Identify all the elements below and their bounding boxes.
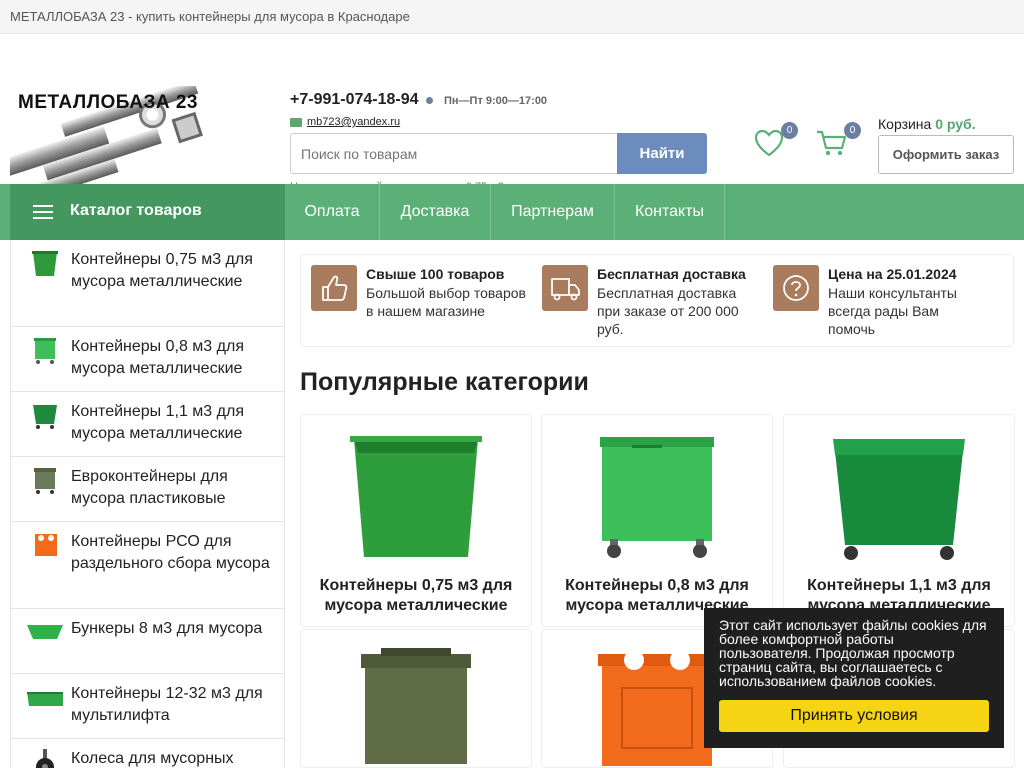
sidebar-item-label: Контейнеры 0,8 м3 для мусора металлическ… [71,338,244,377]
logo-text: МЕТАЛЛОБАЗА 23 [18,92,198,113]
main-navbar: Каталог товаров Оплата Доставка Партнера… [0,184,1024,240]
sidebar-item[interactable]: Контейнеры РСО для раздельного сбора мус… [11,522,284,609]
nav-item-payment[interactable]: Оплата [285,184,380,240]
logo[interactable]: МЕТАЛЛОБАЗА 23 [0,80,206,203]
search-input[interactable] [290,133,618,174]
cart-label: Корзина [878,116,932,132]
search-button[interactable]: Найти [617,133,707,174]
multilift-container-thumbnail [27,692,63,706]
sidebar-item-label: Контейнеры 12-32 м3 для мультилифта [71,685,263,724]
feature-title: Бесплатная доставка [597,266,746,282]
sidebar-item-label: Контейнеры РСО для раздельного сбора мус… [71,533,270,572]
catalog-sidebar: Контейнеры 0,75 м3 для мусора металличес… [10,240,285,768]
green-container-thumbnail [34,338,56,364]
category-card-title: Контейнеры 0,75 м3 для мусора металличес… [319,577,513,614]
header: МЕТАЛЛОБАЗА 23 +7-991-074-18-94 Пн—Пт 9:… [0,34,1024,203]
cart-summary: Корзина 0 руб. [878,116,976,132]
wheel-thumbnail [36,749,54,768]
feature-text: Бесплатная доставка при заказе от 200 00… [597,285,739,337]
sidebar-item-label: Контейнеры 0,75 м3 для мусора металличес… [71,251,253,290]
category-card[interactable]: Контейнеры 0,75 м3 для мусора металличес… [300,414,532,627]
thumbs-up-icon [311,265,357,311]
sidebar-item-label: Бункеры 8 м3 для мусора [71,620,263,637]
envelope-icon [290,118,302,127]
page-title-bar: МЕТАЛЛОБАЗА 23 - купить контейнеры для м… [0,0,1024,34]
sidebar-item[interactable]: Колеса для мусорных [11,739,284,768]
nav-item-partners[interactable]: Партнерам [491,184,615,240]
catalog-label: Каталог товаров [70,202,202,219]
container-08-image [600,437,714,558]
sidebar-item[interactable]: Контейнеры 1,1 м3 для мусора металлическ… [11,392,284,457]
sidebar-item[interactable]: Контейнеры 0,8 м3 для мусора металлическ… [11,327,284,392]
bunker-thumbnail [27,625,63,639]
cookie-text: Этот сайт использует файлы cookies для б… [719,617,987,689]
cart-button[interactable] [816,129,848,157]
sidebar-item-label: Евроконтейнеры для мусора пластиковые [71,468,228,507]
email-link[interactable]: mb723@yandex.ru [307,116,400,128]
cart-count-badge: 0 [844,122,861,139]
accept-cookies-button[interactable]: Принять условия [719,700,989,732]
cart-icon [817,130,847,156]
cookie-banner: Этот сайт использует файлы cookies для б… [704,608,1004,748]
question-icon [773,265,819,311]
sidebar-item-label: Контейнеры 1,1 м3 для мусора металлическ… [71,403,244,442]
checkout-button[interactable]: Оформить заказ [878,135,1014,174]
feature-title: Цена на 25.01.2024 [828,266,957,282]
catalog-menu-button[interactable]: Каталог товаров [10,184,285,240]
nav-item-contacts[interactable]: Контакты [615,184,725,240]
favorites-button[interactable] [754,129,784,157]
truck-icon [542,265,588,311]
container-11-image [833,439,965,560]
popular-categories-heading: Популярные категории [300,368,589,396]
favorites-count-badge: 0 [781,122,798,139]
phone-number[interactable]: +7-991-074-18-94 [290,91,419,109]
status-dot [426,97,433,104]
sidebar-item[interactable]: Бункеры 8 м3 для мусора [11,609,284,674]
category-card[interactable]: Контейнеры 1,1 м3 для мусора металлическ… [783,414,1015,627]
sidebar-item-label: Колеса для мусорных [71,750,234,767]
orange-container-thumbnail [35,534,57,556]
features-panel: Свыше 100 товаров Большой выбор товаров … [300,254,1014,347]
feature-text: Большой выбор товаров в нашем магазине [366,285,526,319]
container-075-image [350,436,482,557]
cart-total: 0 руб. [935,116,976,132]
nav-item-delivery[interactable]: Доставка [380,184,491,240]
green-container-thumbnail [32,251,58,276]
feature-text: Наши консультанты всегда рады Вам помочь [828,285,957,337]
sidebar-item[interactable]: Евроконтейнеры для мусора пластиковые [11,457,284,522]
category-card[interactable]: Контейнеры 0,8 м3 для мусора металлическ… [541,414,773,627]
feature-title: Свыше 100 товаров [366,266,505,282]
heart-icon [754,129,784,157]
plastic-container-image [361,648,471,764]
green-container-thumbnail [33,405,57,429]
sidebar-item[interactable]: Контейнеры 12-32 м3 для мультилифта [11,674,284,739]
plastic-container-thumbnail [34,468,56,494]
orange-container-image [598,650,716,766]
hamburger-icon [33,205,53,219]
working-hours: Пн—Пт 9:00—17:00 [444,95,548,107]
category-card[interactable] [300,629,532,768]
page-title: МЕТАЛЛОБАЗА 23 - купить контейнеры для м… [10,9,410,24]
sidebar-item[interactable]: Контейнеры 0,75 м3 для мусора металличес… [11,240,284,327]
